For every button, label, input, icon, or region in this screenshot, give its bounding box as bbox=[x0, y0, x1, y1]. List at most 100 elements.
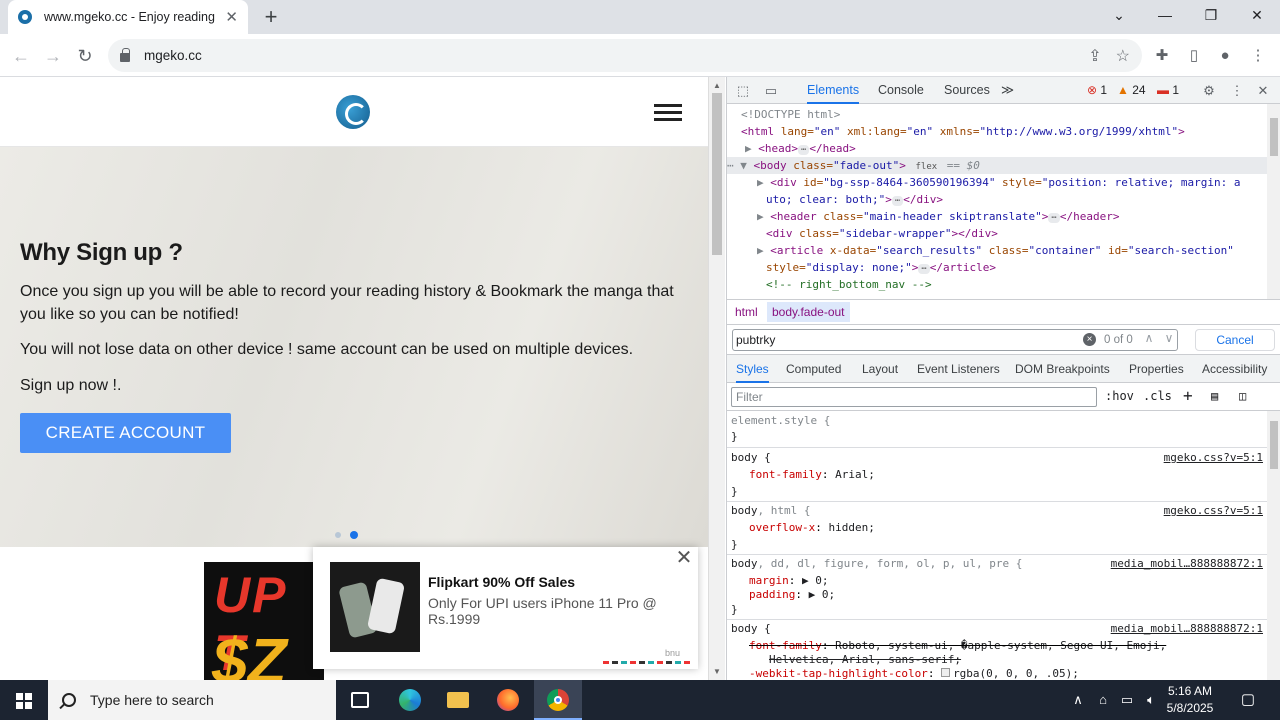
style-declaration[interactable]: overflow-x: hidden; bbox=[749, 519, 875, 536]
tab-console[interactable]: Console bbox=[878, 77, 924, 104]
tab-accessibility[interactable]: Accessibility bbox=[1202, 355, 1267, 383]
style-rule-selector[interactable]: body, html { bbox=[731, 502, 810, 519]
side-panel-icon[interactable]: ▯ bbox=[1183, 45, 1205, 67]
more-tabs-icon[interactable]: ≫ bbox=[1001, 77, 1014, 104]
warning-count[interactable]: ▲ 24 bbox=[1117, 83, 1146, 97]
styles-scrollbar[interactable] bbox=[1267, 411, 1280, 680]
hamburger-menu-icon[interactable] bbox=[654, 104, 682, 122]
minimize-button[interactable]: — bbox=[1142, 0, 1188, 30]
restore-button[interactable]: ❐ bbox=[1188, 0, 1234, 30]
carousel-dot[interactable] bbox=[335, 532, 341, 538]
style-declaration[interactable]: font-family: Arial; bbox=[749, 466, 875, 483]
taskbar-search-box[interactable]: Type here to search bbox=[48, 680, 336, 720]
scrollbar-thumb[interactable] bbox=[712, 93, 722, 255]
site-logo-icon[interactable] bbox=[336, 95, 370, 129]
issues-count[interactable]: ▬ 1 bbox=[1157, 83, 1179, 97]
share-icon[interactable]: ⇪ bbox=[1088, 46, 1101, 66]
toggle-sidebar-icon[interactable]: ◫ bbox=[1239, 389, 1246, 403]
firefox-icon[interactable] bbox=[484, 680, 532, 720]
file-explorer-icon[interactable] bbox=[434, 680, 482, 720]
task-view-icon[interactable] bbox=[336, 680, 384, 720]
network-icon[interactable]: ▭ bbox=[1116, 680, 1138, 720]
edge-browser-icon[interactable] bbox=[386, 680, 434, 720]
device-toolbar-icon[interactable]: ▭ bbox=[761, 81, 781, 101]
style-declaration[interactable]: -webkit-tap-highlight-color: rgba(0, 0, … bbox=[749, 665, 1079, 680]
menu-kebab-icon[interactable]: ⋮ bbox=[1247, 45, 1269, 67]
dom-node-comment[interactable]: <!-- right_bottom_nav --> bbox=[766, 276, 932, 293]
cls-toggle[interactable]: .cls bbox=[1143, 389, 1172, 403]
tab-event-listeners[interactable]: Event Listeners bbox=[917, 355, 1000, 383]
search-cancel-button[interactable]: Cancel bbox=[1195, 329, 1275, 351]
add-rule-icon[interactable]: + bbox=[1183, 386, 1193, 405]
dom-node-head[interactable]: ▶ <head> ⋯ </head> bbox=[745, 140, 856, 157]
notifications-icon[interactable]: ▢ bbox=[1236, 680, 1260, 720]
breadcrumb-body[interactable]: body.fade-out bbox=[767, 302, 850, 322]
style-declaration[interactable]: padding: ▶ 0; bbox=[749, 586, 835, 603]
page-scrollbar[interactable]: ▲ ▼ bbox=[708, 77, 725, 680]
tab-sources[interactable]: Sources bbox=[944, 77, 990, 104]
tab-computed[interactable]: Computed bbox=[786, 355, 841, 383]
dom-node-body-selected[interactable]: ⋯ ▼ <body class="fade-out"> flex == $0 bbox=[727, 157, 1267, 174]
volume-icon[interactable]: 🔈︎ bbox=[1140, 680, 1162, 720]
style-source-link[interactable]: media_mobil…888888872:1 bbox=[1111, 620, 1263, 637]
tab-dom-breakpoints[interactable]: DOM Breakpoints bbox=[1015, 355, 1110, 383]
devtools-close-icon[interactable]: ✕ bbox=[1253, 81, 1273, 101]
style-rule-selector[interactable]: body { bbox=[731, 620, 771, 637]
breadcrumb-html[interactable]: html bbox=[735, 305, 758, 319]
tab-elements[interactable]: Elements bbox=[807, 77, 860, 104]
tab-layout[interactable]: Layout bbox=[862, 355, 898, 383]
style-source-link[interactable]: media_mobil…888888872:1 bbox=[1111, 555, 1263, 572]
tray-chevron-up-icon[interactable]: ∧ bbox=[1068, 680, 1088, 720]
styles-filter-input[interactable]: Filter bbox=[731, 387, 1097, 407]
dom-node-sidebar[interactable]: <div class="sidebar-wrapper"></div> bbox=[766, 225, 998, 242]
style-rule-selector[interactable]: element.style { bbox=[731, 412, 830, 429]
new-tab-button[interactable]: + bbox=[258, 3, 284, 31]
devtools-menu-icon[interactable]: ⋮ bbox=[1227, 81, 1247, 101]
tab-search-chevron-icon[interactable]: ⌄ bbox=[1096, 0, 1142, 30]
dom-node-div-cont[interactable]: uto; clear: both;"> ⋯ </div> bbox=[766, 191, 943, 208]
dom-scrollbar[interactable] bbox=[1267, 104, 1280, 299]
paint-icon[interactable]: ▤ bbox=[1211, 389, 1218, 403]
search-prev-icon[interactable]: ∧ bbox=[1141, 331, 1157, 347]
ad-description[interactable]: Only For UPI users iPhone 11 Pro @ Rs.19… bbox=[428, 595, 658, 627]
start-windows-icon[interactable] bbox=[0, 680, 48, 720]
dom-node-header[interactable]: ▶ <header class="main-header skiptransla… bbox=[757, 208, 1119, 225]
address-bar[interactable]: mgeko.cc ⇪ ☆ bbox=[108, 39, 1142, 72]
clear-search-icon[interactable]: × bbox=[1083, 333, 1096, 346]
style-source-link[interactable]: mgeko.css?v=5:1 bbox=[1164, 502, 1263, 519]
promo-banner-image[interactable]: UP T $Z bbox=[204, 562, 324, 680]
ad-popup[interactable]: ✕ Flipkart 90% Off Sales Only For UPI us… bbox=[313, 547, 698, 669]
ad-phone-image[interactable] bbox=[330, 562, 420, 652]
profile-avatar-icon[interactable]: ● bbox=[1214, 45, 1236, 67]
dom-node-div[interactable]: ▶ <div id="bg-ssp-8464-360590196394" sty… bbox=[757, 174, 1240, 191]
taskbar-clock[interactable]: 5:16 AM 5/8/2025 bbox=[1160, 683, 1220, 717]
style-source-link[interactable]: mgeko.css?v=5:1 bbox=[1164, 449, 1263, 466]
dom-node-article[interactable]: ▶ <article x-data="search_results" class… bbox=[757, 242, 1234, 259]
carousel-dot-active[interactable] bbox=[350, 531, 358, 539]
ad-close-icon[interactable]: ✕ bbox=[675, 548, 693, 568]
hov-toggle[interactable]: :hov bbox=[1105, 389, 1134, 403]
tab-properties[interactable]: Properties bbox=[1129, 355, 1184, 383]
scroll-down-arrow-icon[interactable]: ▼ bbox=[713, 667, 721, 676]
error-count[interactable]: ⊗ 1 bbox=[1087, 83, 1107, 97]
style-rule-selector[interactable]: body { bbox=[731, 449, 771, 466]
close-window-button[interactable]: ✕ bbox=[1234, 0, 1280, 30]
create-account-button[interactable]: CREATE ACCOUNT bbox=[20, 413, 231, 453]
lock-icon[interactable] bbox=[120, 48, 130, 62]
style-rule-selector[interactable]: body, dd, dl, figure, form, ol, p, ul, p… bbox=[731, 555, 1022, 572]
dom-node-article-cont[interactable]: style="display: none;"> ⋯ </article> bbox=[766, 259, 996, 276]
settings-gear-icon[interactable]: ⚙ bbox=[1199, 81, 1219, 101]
reload-icon[interactable]: ↻ bbox=[72, 43, 98, 69]
forward-arrow-icon[interactable]: → bbox=[40, 43, 66, 69]
chrome-taskbar-icon[interactable] bbox=[534, 680, 582, 720]
tab-styles[interactable]: Styles bbox=[736, 355, 769, 383]
ad-title[interactable]: Flipkart 90% Off Sales bbox=[428, 574, 575, 590]
url-text[interactable]: mgeko.cc bbox=[144, 48, 1074, 63]
dom-node-html[interactable]: <html lang="en" xml:lang="en" xmlns="htt… bbox=[741, 123, 1185, 140]
scroll-up-arrow-icon[interactable]: ▲ bbox=[713, 81, 721, 90]
inspect-element-icon[interactable]: ⬚ bbox=[733, 81, 753, 101]
tray-device-icon[interactable]: ⌂ bbox=[1092, 680, 1114, 720]
browser-tab[interactable]: www.mgeko.cc - Enjoy reading ✕ bbox=[8, 0, 248, 34]
extensions-puzzle-icon[interactable]: ✚ bbox=[1151, 45, 1173, 67]
dom-node-doctype[interactable]: <!DOCTYPE html> bbox=[741, 106, 840, 123]
